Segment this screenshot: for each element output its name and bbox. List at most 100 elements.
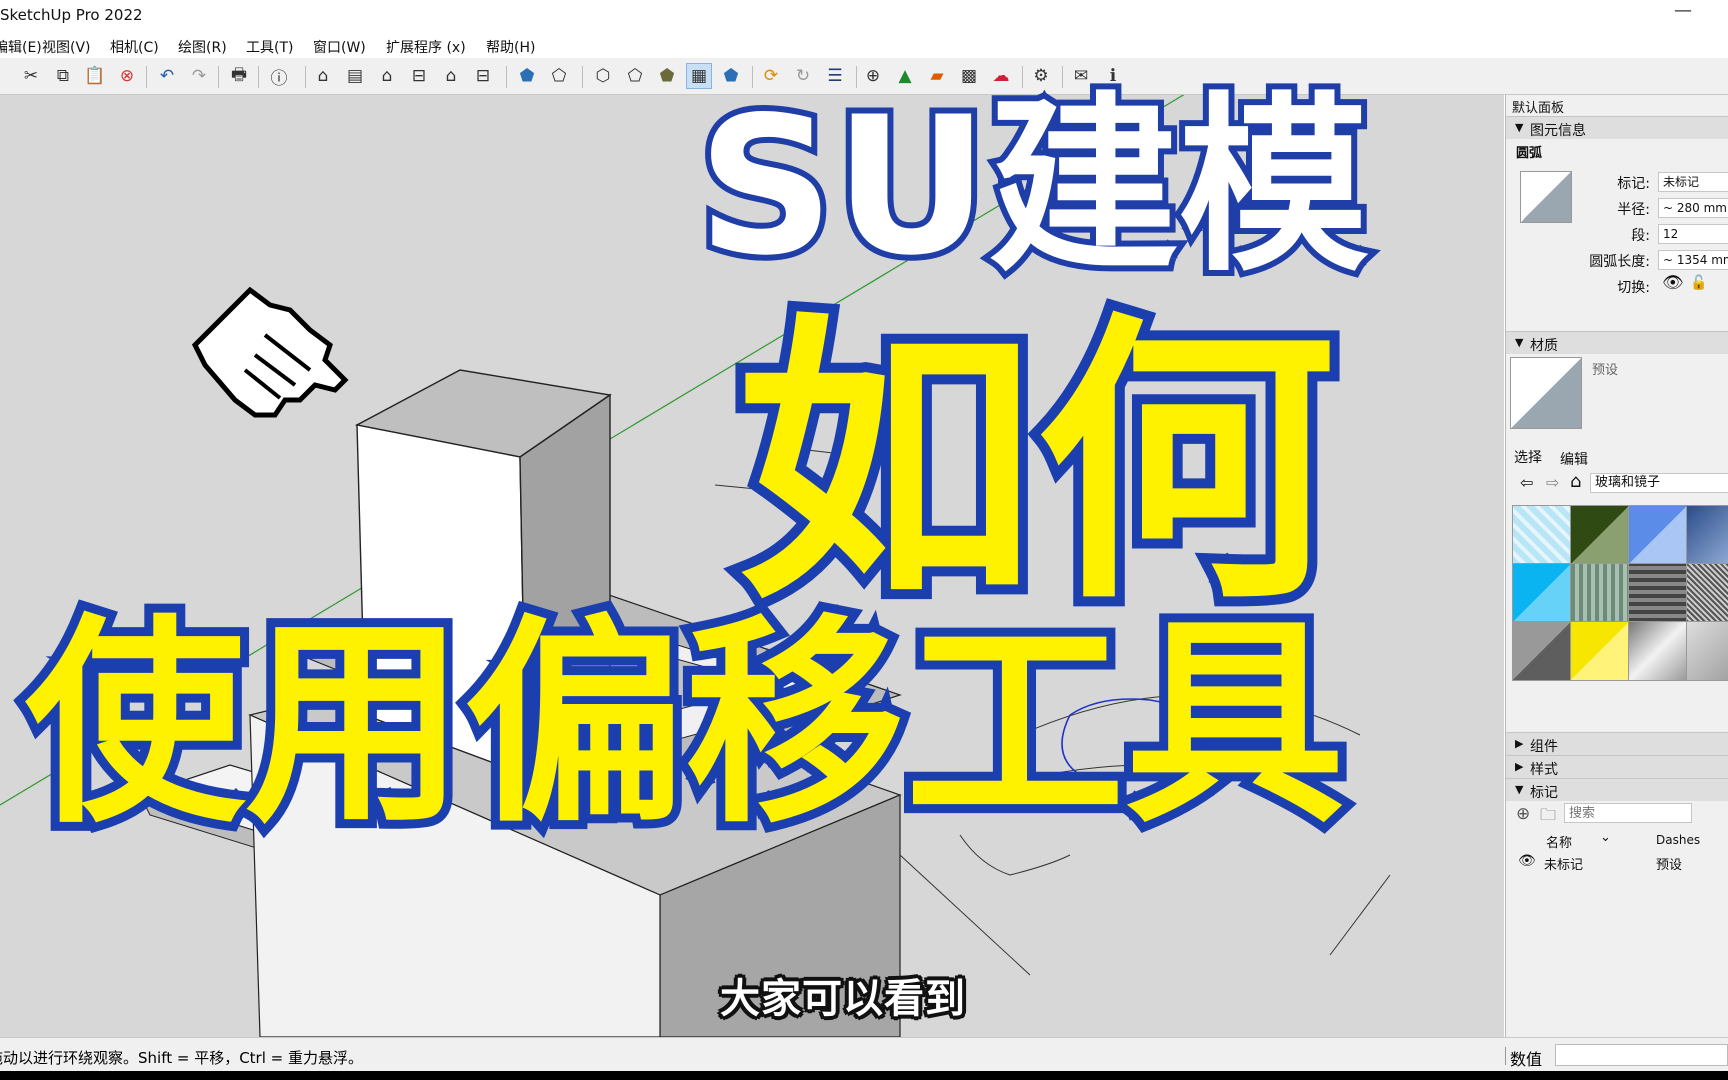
arc-length-field[interactable]: ~ 1354 mm [1658, 250, 1728, 270]
add-tag-icon[interactable]: ⊕ [1516, 804, 1530, 824]
top-view-icon[interactable]: ▤ [342, 63, 368, 89]
eye-icon[interactable]: 👁 [1518, 853, 1536, 869]
menu-edit[interactable]: 编辑(E) [0, 37, 42, 57]
styles-header[interactable]: ▶ 样式 [1506, 755, 1728, 778]
redo-icon[interactable]: ↷ [186, 63, 212, 89]
menu-camera[interactable]: 相机(C) [110, 37, 159, 57]
minimize-icon[interactable]: — [1674, 0, 1692, 21]
menu-draw[interactable]: 绘图(R) [178, 37, 227, 57]
menu-tools[interactable]: 工具(T) [246, 37, 293, 57]
orbit-icon[interactable]: ⟳ [758, 63, 784, 89]
extension-manager-icon[interactable]: ⚙ [1028, 63, 1054, 89]
back-edges-icon[interactable]: ⬠ [546, 63, 572, 89]
xray-icon[interactable]: ⬟ [514, 63, 540, 89]
home-icon[interactable]: ⌂ [1570, 471, 1581, 492]
back-arrow-icon[interactable]: ⇦ [1520, 473, 1533, 492]
tags-header[interactable]: ▼ 标记 [1506, 778, 1728, 801]
status-separator [1505, 1047, 1506, 1065]
iso-view-icon[interactable]: ⌂ [310, 63, 336, 89]
tag-row-dashes[interactable]: 预设 [1656, 854, 1682, 873]
menu-view[interactable]: 视图(V) [42, 37, 91, 57]
front-view-icon[interactable]: ⌂ [374, 63, 400, 89]
collapse-arrow-icon: ▼ [1515, 121, 1524, 134]
expand-arrow-icon: ▶ [1515, 760, 1524, 773]
erase-icon[interactable]: ⊗ [114, 63, 140, 89]
status-hint: 拖动以进行环绕观察。Shift = 平移，Ctrl = 重力悬浮。 [0, 1049, 363, 1067]
menu-extensions[interactable]: 扩展程序 (x) [386, 37, 466, 57]
tag-label: 标记: [1617, 176, 1650, 192]
material-swatch[interactable] [1686, 505, 1728, 565]
ext-warehouse-icon[interactable]: ▩ [956, 63, 982, 89]
hand-cursor-icon [191, 286, 349, 418]
tag-search-input[interactable] [1564, 803, 1692, 823]
material-swatch[interactable] [1628, 505, 1688, 565]
right-view-icon[interactable]: ⊟ [406, 63, 432, 89]
copy-icon[interactable]: ⧉ [50, 63, 76, 89]
tab-select[interactable]: 选择 [1514, 447, 1542, 467]
scene-icon[interactable]: ☰ [822, 63, 848, 89]
toolbar-separator [506, 66, 507, 88]
material-swatch[interactable] [1686, 621, 1728, 681]
forward-arrow-icon[interactable]: ⇨ [1546, 473, 1559, 492]
segments-field[interactable]: 12 [1658, 224, 1728, 244]
material-swatch[interactable] [1570, 505, 1630, 565]
lock-icon[interactable]: 🔓 [1690, 275, 1707, 291]
default-tray: 默认面板 ▼ 图元信息 圆弧 标记: 未标记 半径: ~ 280 mm 段: 1… [1505, 95, 1728, 1037]
undo-icon[interactable]: ↶ [154, 63, 180, 89]
tray-title: 默认面板 [1512, 101, 1565, 116]
bottom-band [0, 1071, 1728, 1080]
eye-icon[interactable]: 👁 [1662, 273, 1684, 293]
toolbar-separator [1062, 66, 1063, 88]
toolbar-separator [146, 66, 147, 88]
radius-field[interactable]: ~ 280 mm [1658, 198, 1728, 218]
toolbar-separator [258, 66, 259, 88]
mail-icon[interactable]: ✉ [1068, 63, 1094, 89]
measurements-input[interactable] [1555, 1044, 1728, 1066]
entity-info-header[interactable]: ▼ 图元信息 [1506, 116, 1728, 139]
tag-row-name[interactable]: 未标记 [1544, 854, 1583, 873]
paste-icon[interactable]: 📋 [82, 63, 108, 89]
tags-column-name[interactable]: 名称 [1546, 832, 1572, 851]
measurements-label: 数值 [1510, 1050, 1543, 1069]
menu-help[interactable]: 帮助(H) [486, 37, 535, 57]
material-swatch[interactable] [1512, 505, 1572, 565]
model-viewport[interactable] [0, 95, 1504, 1037]
left-view-icon[interactable]: ⊟ [470, 63, 496, 89]
add-folder-icon[interactable]: 🗀 [1540, 804, 1556, 831]
material-swatch[interactable] [1570, 621, 1630, 681]
shaded-textures-icon[interactable]: ▦ [686, 63, 712, 89]
monochrome-icon[interactable]: ⬟ [718, 63, 744, 89]
current-material-swatch[interactable] [1510, 357, 1582, 429]
chevron-down-icon[interactable]: ⌄ [1600, 830, 1611, 845]
menu-window[interactable]: 窗口(W) [313, 37, 366, 57]
info-icon[interactable]: ℹ [1100, 63, 1126, 89]
tab-edit[interactable]: 编辑 [1560, 449, 1588, 469]
add-location-icon[interactable]: ⊕ [860, 63, 886, 89]
components-header[interactable]: ▶ 组件 [1506, 732, 1728, 755]
material-swatch[interactable] [1570, 563, 1630, 623]
material-swatch[interactable] [1512, 563, 1572, 623]
hidden-line-icon[interactable]: ⬠ [622, 63, 648, 89]
refresh-icon[interactable]: ↻ [790, 63, 816, 89]
toolbar-separator [218, 66, 219, 88]
scissors-icon[interactable]: ✂ [18, 63, 44, 89]
3d-warehouse-icon[interactable]: ▰ [924, 63, 950, 89]
shaded-icon[interactable]: ⬟ [654, 63, 680, 89]
tags-column-dashes[interactable]: Dashes [1656, 833, 1700, 847]
terrain-icon[interactable]: ▲ [892, 63, 918, 89]
model-info-icon[interactable]: ⓘ [266, 63, 292, 89]
materials-header[interactable]: ▼ 材质 [1506, 331, 1728, 354]
wireframe-icon[interactable]: ⬡ [590, 63, 616, 89]
cloud-icon[interactable]: ☁ [988, 63, 1014, 89]
window-title: SketchUp Pro 2022 [0, 6, 143, 24]
material-swatch[interactable] [1628, 621, 1688, 681]
material-swatch[interactable] [1686, 563, 1728, 623]
back-view-icon[interactable]: ⌂ [438, 63, 464, 89]
tag-field[interactable]: 未标记 [1658, 172, 1728, 192]
material-swatch[interactable] [1512, 621, 1572, 681]
arc-length-label: 圆弧长度: [1589, 254, 1650, 270]
toggle-label: 切换: [1617, 280, 1650, 296]
material-swatch[interactable] [1628, 563, 1688, 623]
material-collection-select[interactable]: 玻璃和镜子 [1590, 473, 1728, 493]
print-icon[interactable]: 🖶 [226, 63, 252, 89]
